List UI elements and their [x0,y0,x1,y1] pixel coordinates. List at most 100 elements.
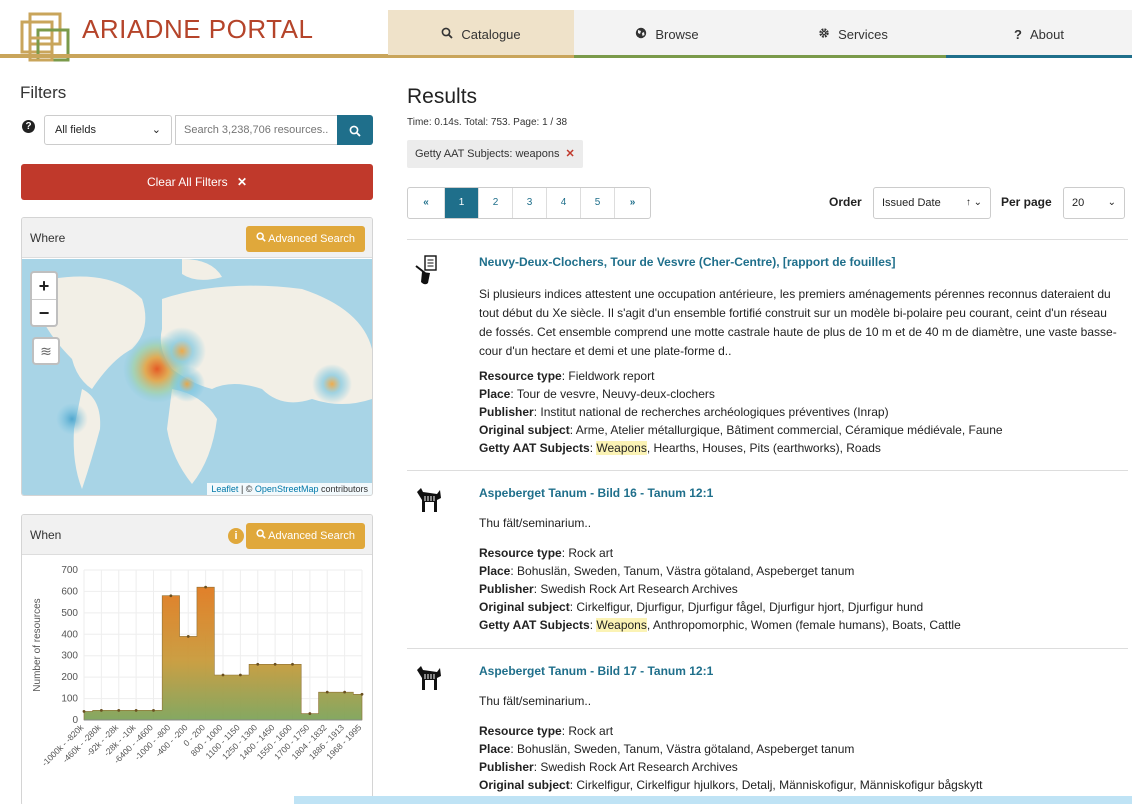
map-attribution: Leaflet | © OpenStreetMap contributors [207,483,372,495]
search-input[interactable] [175,115,337,145]
fieldwork-report-icon [415,255,437,285]
publisher-label: Publisher [479,405,534,419]
result-description: Thu fält/seminarium.. [479,516,592,530]
result-item: Neuvy-Deux-Clochers, Tour de Vesvre (Che… [407,255,1128,460]
ariadne-logo-icon[interactable] [20,12,78,68]
data-point[interactable] [152,708,155,712]
data-point[interactable] [169,594,173,598]
data-point[interactable] [186,635,190,638]
close-icon: ✕ [236,175,248,189]
data-point[interactable] [134,708,138,712]
field-select[interactable]: All fields ⌄ [44,115,172,145]
y-tick-label: 200 [61,672,78,683]
place-label: Place [479,742,511,756]
data-point[interactable] [117,708,121,712]
data-point[interactable] [291,662,294,666]
filters-heading: Filters [20,83,67,102]
data-point[interactable] [82,710,86,713]
page-5[interactable]: 5 [580,188,614,218]
help-icon[interactable]: ? [22,120,35,133]
world-map [42,259,372,489]
y-tick-label: 500 [61,608,78,619]
page-3[interactable]: 3 [512,188,546,218]
brand-title[interactable]: ARIADNE PORTAL [82,14,313,45]
result-fields: Resource type: Rock art Place: Bohuslän,… [479,544,1119,634]
search-icon [349,125,361,137]
aat-subjects-row: Getty AAT Subjects: Weapons, Hearths, Ho… [479,441,881,455]
result-title-link[interactable]: Neuvy-Deux-Clochers, Tour de Vesvre (Che… [479,255,896,269]
nav-services[interactable]: Services [760,10,946,58]
gear-icon [818,27,830,42]
nav-catalogue-label: Catalogue [461,26,521,42]
result-title-link[interactable]: Aspeberget Tanum - Bild 17 - Tanum 12:1 [479,664,713,678]
aat-subjects-value: , Hearths, Houses, Pits (earthworks), Ro… [646,441,881,455]
when-advanced-search-button[interactable]: Advanced Search [245,523,365,549]
result-description: Si plusieurs indices attestent une occup… [479,287,1117,358]
active-filter-chip[interactable]: Getty AAT Subjects: weapons ✕ [407,140,583,168]
results-divider [407,648,1128,649]
nav-browse[interactable]: Browse [574,10,760,58]
data-point[interactable] [221,673,225,677]
info-icon[interactable]: i [228,528,244,544]
where-title: Where [30,231,66,245]
data-point[interactable] [325,690,329,694]
data-point[interactable] [256,662,260,666]
order-select[interactable]: Issued Date ↑ ⌄ [873,187,991,219]
results-heading: Results [407,85,478,108]
rock-art-icon [417,666,441,690]
y-tick-label: 300 [61,651,78,662]
per-page-value: 20 [1072,197,1085,209]
page-4[interactable]: 4 [546,188,580,218]
field-select-value: All fields [55,124,96,136]
clear-all-filters-button[interactable]: Clear All Filters ✕ [21,164,373,200]
place-label: Place [479,564,511,578]
map-zoom-control: + − [30,271,58,327]
y-tick-label: 600 [61,586,78,597]
rock-art-icon [417,488,441,512]
layers-button[interactable]: ≋ [32,337,60,365]
where-panel: Where Advanced Search + − ≋ Leaflet | © … [21,217,373,496]
nav-services-underline [760,55,946,58]
publisher-row: Publisher: Swedish Rock Art Research Arc… [479,760,738,774]
data-point[interactable] [204,585,208,589]
page-1[interactable]: 1 [444,188,478,218]
original-subject-row: Original subject: Cirkelfigur, Cirkelfig… [479,778,983,792]
data-point[interactable] [273,662,277,666]
heatmap-map[interactable]: + − ≋ Leaflet | © OpenStreetMap contribu… [22,259,372,495]
data-point[interactable] [238,673,242,677]
original-subject-value: Arme, Atelier métallurgique, Bâtiment co… [575,423,1003,437]
data-point[interactable] [99,708,103,712]
chevron-down-icon: ⌄ [1107,197,1116,208]
results-divider [407,239,1128,240]
remove-filter-icon[interactable]: ✕ [566,148,575,160]
data-point[interactable] [308,712,312,715]
page-first[interactable]: « [408,188,444,218]
resource-type-row: Resource type: Fieldwork report [479,369,655,383]
page-2[interactable]: 2 [478,188,512,218]
leaflet-link[interactable]: Leaflet [211,484,238,494]
clear-all-filters-label: Clear All Filters [146,175,228,189]
per-page-select[interactable]: 20 ⌄ [1063,187,1125,219]
zoom-in-button[interactable]: + [32,273,56,299]
result-title-link[interactable]: Aspeberget Tanum - Bild 16 - Tanum 12:1 [479,486,713,500]
when-panel-header: When i Advanced Search [22,515,372,555]
page-last[interactable]: » [614,188,650,218]
when-chart[interactable]: 0100200300400500600700-1000k - -820k-460… [22,556,372,804]
zoom-out-button[interactable]: − [32,299,56,325]
resource-type-value: Fieldwork report [568,369,655,383]
aat-subjects-value: , Anthropomorphic, Women (female humans)… [646,618,961,632]
nav-browse-label: Browse [655,26,699,42]
nav-catalogue[interactable]: Catalogue [388,10,574,58]
search-button[interactable] [337,115,373,145]
original-subject-label: Original subject [479,423,570,437]
data-point[interactable] [343,690,347,694]
result-item: Aspeberget Tanum - Bild 16 - Tanum 12:1 … [407,486,1128,646]
original-subject-row: Original subject: Arme, Atelier métallur… [479,423,1003,437]
publisher-value: Swedish Rock Art Research Archives [540,760,738,774]
where-advanced-search-button[interactable]: Advanced Search [245,226,365,252]
nav-services-label: Services [838,26,888,42]
brand-underline [0,54,388,58]
openstreetmap-link[interactable]: OpenStreetMap [255,484,319,494]
nav-about[interactable]: ? About [946,10,1132,58]
data-point[interactable] [360,692,364,696]
